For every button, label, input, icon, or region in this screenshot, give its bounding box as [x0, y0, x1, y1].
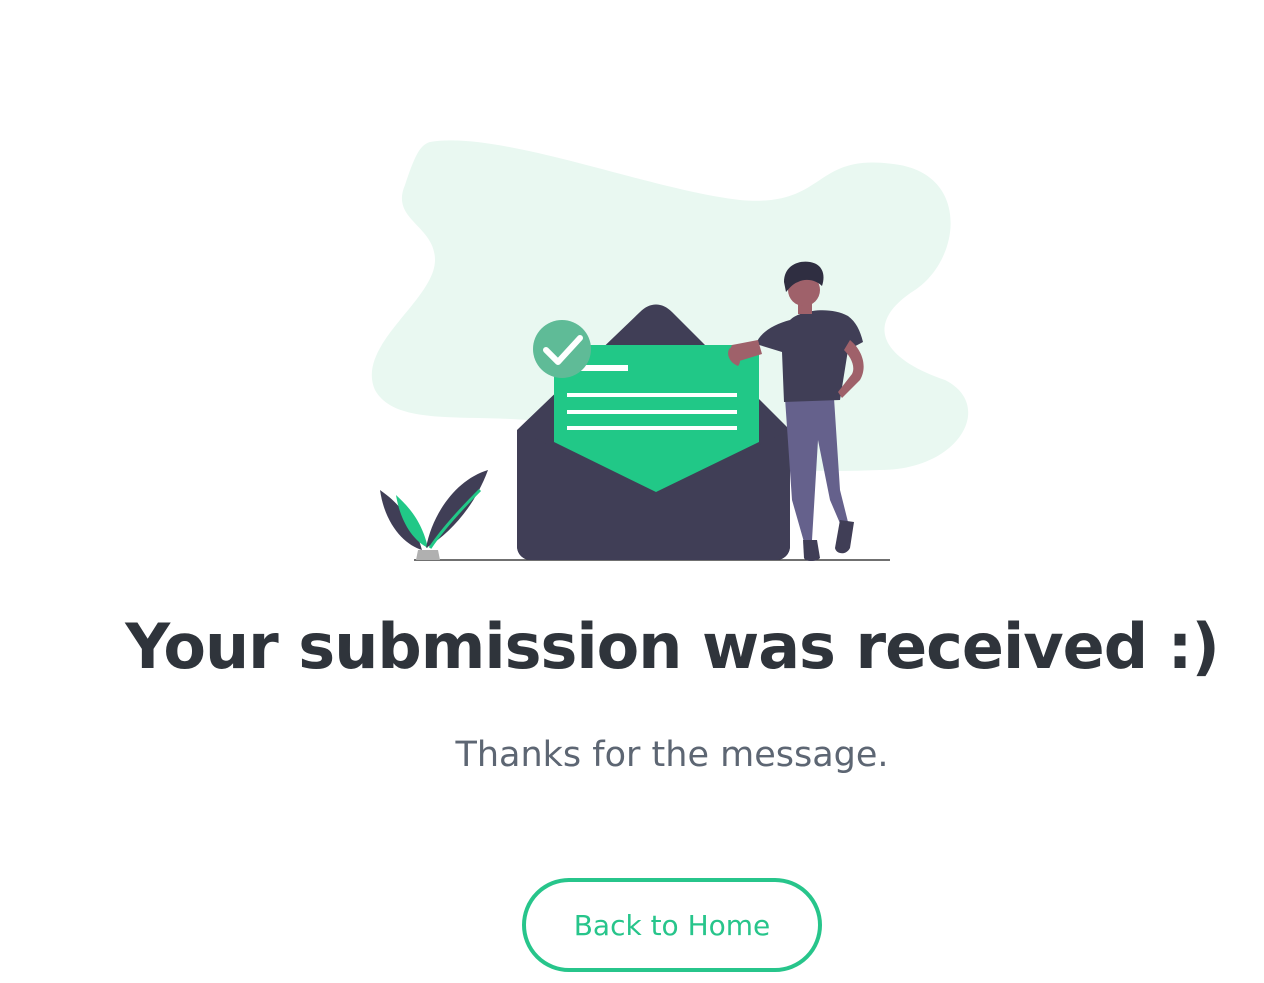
check-circle-icon [533, 320, 591, 378]
confirmation-page: Your submission was received :) Thanks f… [0, 0, 1264, 983]
back-to-home-button[interactable]: Back to Home [522, 878, 822, 972]
confirmation-message: Thanks for the message. [455, 735, 889, 775]
confirmation-illustration [371, 140, 969, 561]
page-title: Your submission was received :) [125, 610, 1220, 683]
plant-icon [380, 470, 488, 560]
